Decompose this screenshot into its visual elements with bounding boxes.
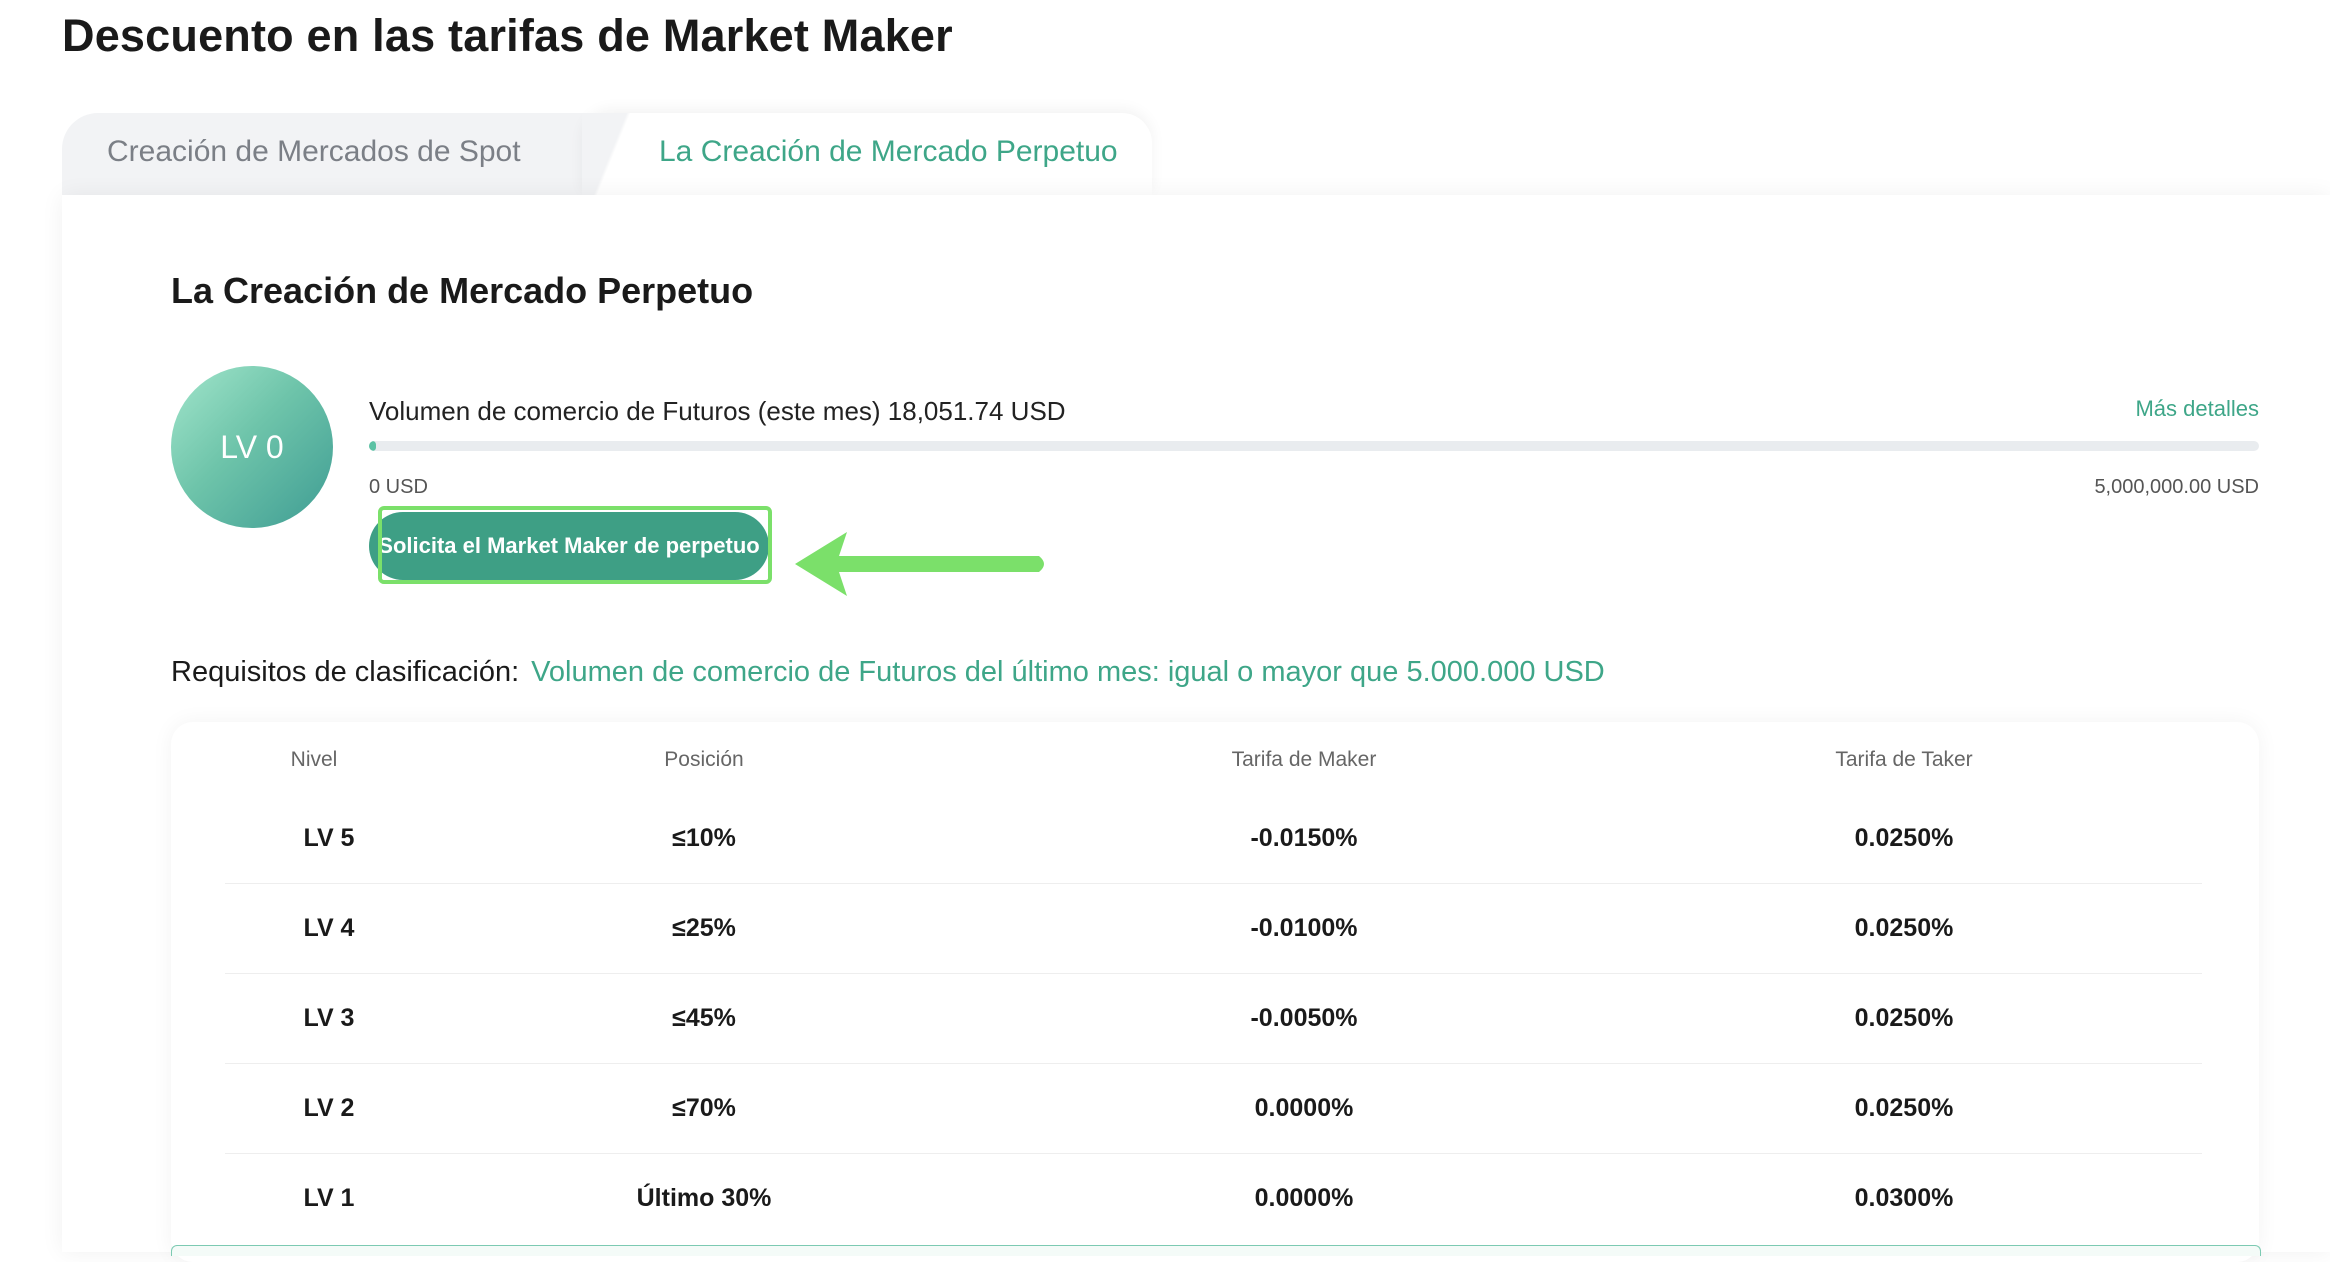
level-badge: LV 0 bbox=[171, 366, 333, 528]
tab-bar: Creación de Mercados de Spot La Creación… bbox=[62, 113, 1152, 195]
cell-taker-fee: 0.0250% bbox=[1854, 914, 1954, 942]
cell-taker-fee: 0.0250% bbox=[1854, 824, 1954, 852]
futures-volume-label: Volumen de comercio de Futuros (este mes… bbox=[369, 396, 1066, 426]
cell-taker-fee: 0.0300% bbox=[1854, 1184, 1954, 1212]
cell-position: ≤70% bbox=[672, 1094, 736, 1122]
cell-maker-fee: 0.0000% bbox=[1254, 1184, 1354, 1212]
cell-taker-fee: 0.0250% bbox=[1854, 1094, 1954, 1122]
volume-progress-bar bbox=[369, 441, 2259, 451]
level-badge-label: LV 0 bbox=[220, 428, 284, 465]
cell-position: ≤25% bbox=[672, 914, 736, 942]
apply-market-maker-button[interactable]: Solicita el Market Maker de perpetuo bbox=[369, 512, 769, 580]
table-row: LV 3 ≤45% -0.0050% 0.0250% bbox=[225, 973, 2202, 1064]
cell-maker-fee: -0.0100% bbox=[1250, 914, 1358, 942]
cell-position: Último 30% bbox=[636, 1184, 772, 1212]
cell-position: ≤10% bbox=[672, 824, 736, 852]
header-taker-fee: Tarifa de Taker bbox=[1835, 748, 1973, 771]
cell-level: LV 2 bbox=[303, 1094, 355, 1122]
header-position: Posición bbox=[664, 748, 744, 771]
progress-min-label: 0 USD bbox=[369, 476, 428, 498]
more-details-link[interactable]: Más detalles bbox=[2135, 396, 2259, 422]
volume-progress-fill bbox=[369, 441, 376, 451]
cell-maker-fee: -0.0050% bbox=[1250, 1004, 1358, 1032]
table-row: LV 2 ≤70% 0.0000% 0.0250% bbox=[225, 1063, 2202, 1154]
header-level: Nivel bbox=[290, 748, 338, 771]
arrow-left-icon bbox=[795, 532, 1044, 596]
cell-position: ≤45% bbox=[672, 1004, 736, 1032]
next-section-edge bbox=[171, 1245, 2261, 1256]
requirements-label: Requisitos de clasificación: bbox=[171, 656, 520, 688]
tab-divider bbox=[582, 113, 642, 195]
progress-max-label: 5,000,000.00 USD bbox=[2094, 476, 2259, 498]
table-row: LV 4 ≤25% -0.0100% 0.0250% bbox=[225, 883, 2202, 974]
cell-taker-fee: 0.0250% bbox=[1854, 1004, 1954, 1032]
cell-level: LV 1 bbox=[303, 1184, 355, 1212]
page-title: Descuento en las tarifas de Market Maker bbox=[62, 10, 953, 61]
header-maker-fee: Tarifa de Maker bbox=[1231, 748, 1377, 771]
requirements-line: Requisitos de clasificación: Volumen de c… bbox=[171, 656, 1605, 689]
tab-spot-label: Creación de Mercados de Spot bbox=[107, 135, 521, 168]
section-title: La Creación de Mercado Perpetuo bbox=[171, 270, 754, 311]
cell-level: LV 3 bbox=[303, 1004, 355, 1032]
table-row: LV 5 ≤10% -0.0150% 0.0250% bbox=[225, 793, 2202, 884]
cell-maker-fee: 0.0000% bbox=[1254, 1094, 1354, 1122]
cell-level: LV 4 bbox=[303, 914, 355, 942]
cell-maker-fee: -0.0150% bbox=[1250, 824, 1358, 852]
tab-perpetual-market-making[interactable]: La Creación de Mercado Perpetuo bbox=[582, 113, 1152, 195]
cell-level: LV 5 bbox=[303, 824, 355, 852]
table-row: LV 1 Último 30% 0.0000% 0.0300% bbox=[225, 1153, 2202, 1243]
requirements-value: Volumen de comercio de Futuros del últim… bbox=[531, 656, 1605, 688]
tab-spot-market-making[interactable]: Creación de Mercados de Spot bbox=[62, 113, 602, 195]
tab-perpetual-label: La Creación de Mercado Perpetuo bbox=[659, 135, 1118, 168]
